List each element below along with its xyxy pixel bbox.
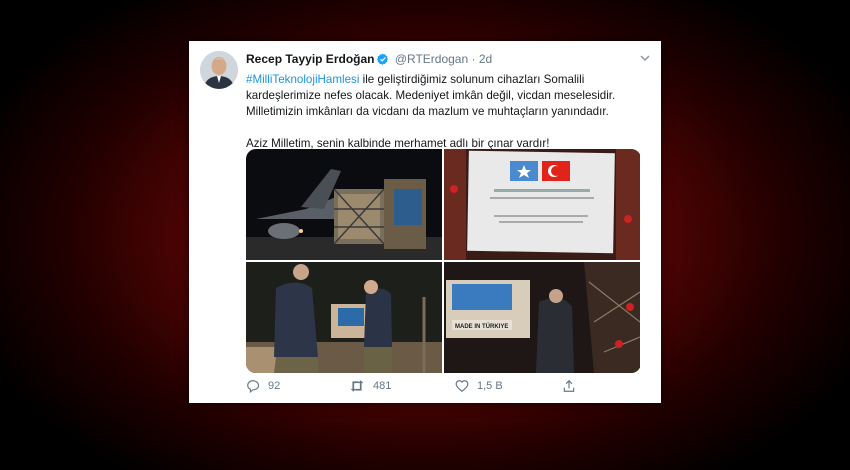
photo-workers-box[interactable]: [246, 262, 442, 373]
share-button[interactable]: [562, 379, 576, 393]
photo-loading-boxes[interactable]: MADE IN TÜRKIYE: [444, 262, 640, 373]
retweet-button[interactable]: 481: [349, 379, 391, 393]
reply-icon: [247, 380, 260, 393]
chevron-down-icon[interactable]: [639, 52, 651, 67]
tweet-card[interactable]: Recep Tayyip Erdoğan @RTErdogan · 2d #Mi…: [189, 41, 661, 403]
made-in-label: MADE IN TÜRKIYE: [455, 323, 508, 330]
tweet-header: Recep Tayyip Erdoğan @RTErdogan · 2d: [246, 52, 651, 70]
reply-count: 92: [268, 380, 281, 392]
media-grid: MADE IN TÜRKIYE: [246, 149, 641, 373]
author-avatar[interactable]: [200, 51, 238, 89]
share-icon: [563, 379, 575, 392]
like-button[interactable]: 1,5 B: [455, 379, 503, 393]
author-handle[interactable]: @RTErdogan: [395, 52, 468, 66]
retweet-icon: [350, 380, 364, 392]
like-icon: [455, 380, 469, 392]
reply-button[interactable]: 92: [246, 379, 280, 393]
like-count: 1,5 B: [477, 380, 503, 392]
hashtag-link[interactable]: #MilliTeknolojiHamlesi: [246, 73, 359, 86]
verified-badge-icon: [377, 53, 389, 68]
author-name[interactable]: Recep Tayyip Erdoğan: [246, 52, 374, 66]
separator-dot: ·: [471, 52, 476, 66]
photo-flags-banner[interactable]: [444, 149, 640, 260]
avatar-image: [200, 51, 238, 89]
retweet-count: 481: [373, 380, 392, 392]
tweet-text: #MilliTeknolojiHamlesi ile geliştirdiğim…: [246, 72, 651, 152]
tweet-timestamp[interactable]: 2d: [479, 52, 492, 66]
photo-cargo-plane[interactable]: [246, 149, 442, 260]
tweet-actions: 92 481 1,5 B: [246, 379, 641, 397]
